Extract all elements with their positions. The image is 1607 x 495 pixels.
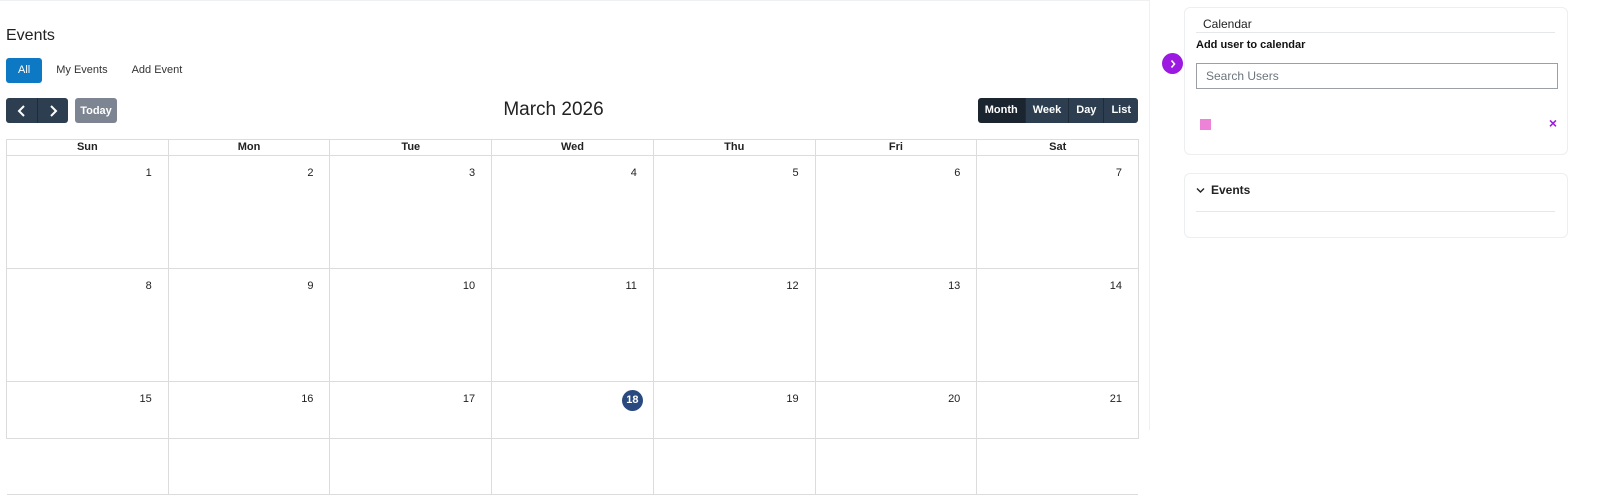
day-number: 17 [462, 393, 476, 405]
calendar-main: Events All My Events Add Event Today Mar… [0, 0, 1150, 495]
month-grid: Sun Mon Tue Wed Thu Fri Sat 1 2 3 4 5 6 … [6, 139, 1139, 495]
day-number: 9 [307, 280, 314, 292]
events-card: Events [1184, 173, 1568, 238]
day-number: 2 [307, 167, 314, 179]
day-number: 12 [786, 280, 799, 292]
today-marker: 18 [621, 390, 643, 411]
day-number: 14 [1109, 280, 1123, 292]
day-cell[interactable]: 10 [329, 269, 491, 381]
day-cell[interactable]: 11 [491, 269, 653, 381]
calendar-users-card: Calendar Add user to calendar × [1184, 7, 1568, 155]
today-button[interactable]: Today [75, 98, 117, 123]
weekday-fri: Fri [814, 140, 977, 155]
day-number: 8 [145, 280, 152, 292]
day-number: 16 [301, 393, 314, 405]
tab-my-events[interactable]: My Events [46, 58, 117, 83]
week-row: 8 9 10 11 12 13 14 [7, 269, 1138, 382]
day-number: 15 [139, 393, 152, 405]
day-cell[interactable]: 5 [652, 156, 815, 268]
day-number: 21 [1109, 393, 1123, 405]
tab-add-event[interactable]: Add Event [122, 58, 193, 83]
week-row: 15 16 17 18 19 20 21 [7, 382, 1138, 495]
tab-all[interactable]: All [6, 58, 43, 83]
page-title: Events [6, 27, 55, 44]
day-number: 5 [792, 167, 799, 179]
day-cell[interactable]: 13 [814, 269, 977, 381]
view-day-button[interactable]: Day [1068, 98, 1104, 123]
day-cell[interactable]: 14 [976, 269, 1138, 381]
week-row: 1 2 3 4 5 6 7 [7, 156, 1138, 269]
next-month-button[interactable] [37, 98, 68, 123]
weekday-header: Sun Mon Tue Wed Thu Fri Sat [7, 140, 1138, 156]
view-month-button[interactable]: Month [977, 98, 1025, 123]
day-cell[interactable]: 12 [652, 269, 815, 381]
day-number: 20 [948, 393, 961, 405]
calendar-card-title: Calendar [1203, 17, 1252, 31]
day-cell[interactable]: 3 [329, 156, 491, 268]
day-cell[interactable]: 7 [976, 156, 1138, 268]
day-cell[interactable]: 9 [167, 269, 330, 381]
divider [1196, 32, 1555, 33]
chevron-down-icon [1196, 187, 1205, 193]
day-cell[interactable]: 16 [167, 382, 330, 494]
view-switcher: Month Week Day List [977, 98, 1138, 123]
add-user-label: Add user to calendar [1196, 39, 1306, 51]
day-cell[interactable]: 2 [167, 156, 330, 268]
remove-user-button[interactable]: × [1549, 114, 1557, 132]
day-number: 19 [786, 393, 799, 405]
day-number: 3 [469, 167, 476, 179]
day-cell[interactable]: 20 [814, 382, 977, 494]
day-number: 10 [462, 280, 476, 292]
chevron-right-icon [1170, 59, 1176, 68]
event-tabs: All My Events Add Event [6, 58, 192, 83]
events-toggle[interactable]: Events [1196, 183, 1250, 197]
collapse-panel-button[interactable] [1162, 53, 1183, 74]
weekday-tue: Tue [329, 140, 491, 155]
view-list-button[interactable]: List [1103, 98, 1138, 123]
day-cell[interactable]: 6 [814, 156, 977, 268]
day-cell[interactable]: 15 [7, 382, 168, 494]
day-number: 13 [948, 280, 961, 292]
day-cell[interactable]: 1 [7, 156, 168, 268]
day-cell[interactable]: 17 [329, 382, 491, 494]
day-number: 1 [145, 167, 152, 179]
weekday-wed: Wed [491, 140, 653, 155]
day-number: 7 [1115, 167, 1123, 179]
chevron-left-icon [17, 104, 25, 117]
weekday-mon: Mon [167, 140, 330, 155]
day-cell[interactable]: 21 [976, 382, 1138, 494]
day-number: 4 [630, 167, 637, 179]
search-users-input[interactable] [1196, 63, 1558, 89]
day-cell[interactable]: 4 [491, 156, 653, 268]
weekday-thu: Thu [652, 140, 815, 155]
calendar-title: March 2026 [503, 99, 604, 120]
weekday-sat: Sat [976, 140, 1138, 155]
day-cell[interactable]: 8 [7, 269, 168, 381]
weekday-sun: Sun [76, 141, 98, 153]
view-week-button[interactable]: Week [1024, 98, 1069, 123]
day-number: 11 [625, 280, 637, 292]
day-cell-today[interactable]: 18 [491, 382, 653, 494]
chevron-right-icon [50, 104, 58, 117]
prev-month-button[interactable] [6, 98, 37, 123]
day-number: 6 [954, 167, 961, 179]
divider [1196, 211, 1555, 212]
events-card-title: Events [1211, 183, 1251, 197]
day-cell[interactable]: 19 [652, 382, 815, 494]
user-color-swatch [1200, 119, 1211, 130]
prev-next-group [6, 98, 68, 123]
